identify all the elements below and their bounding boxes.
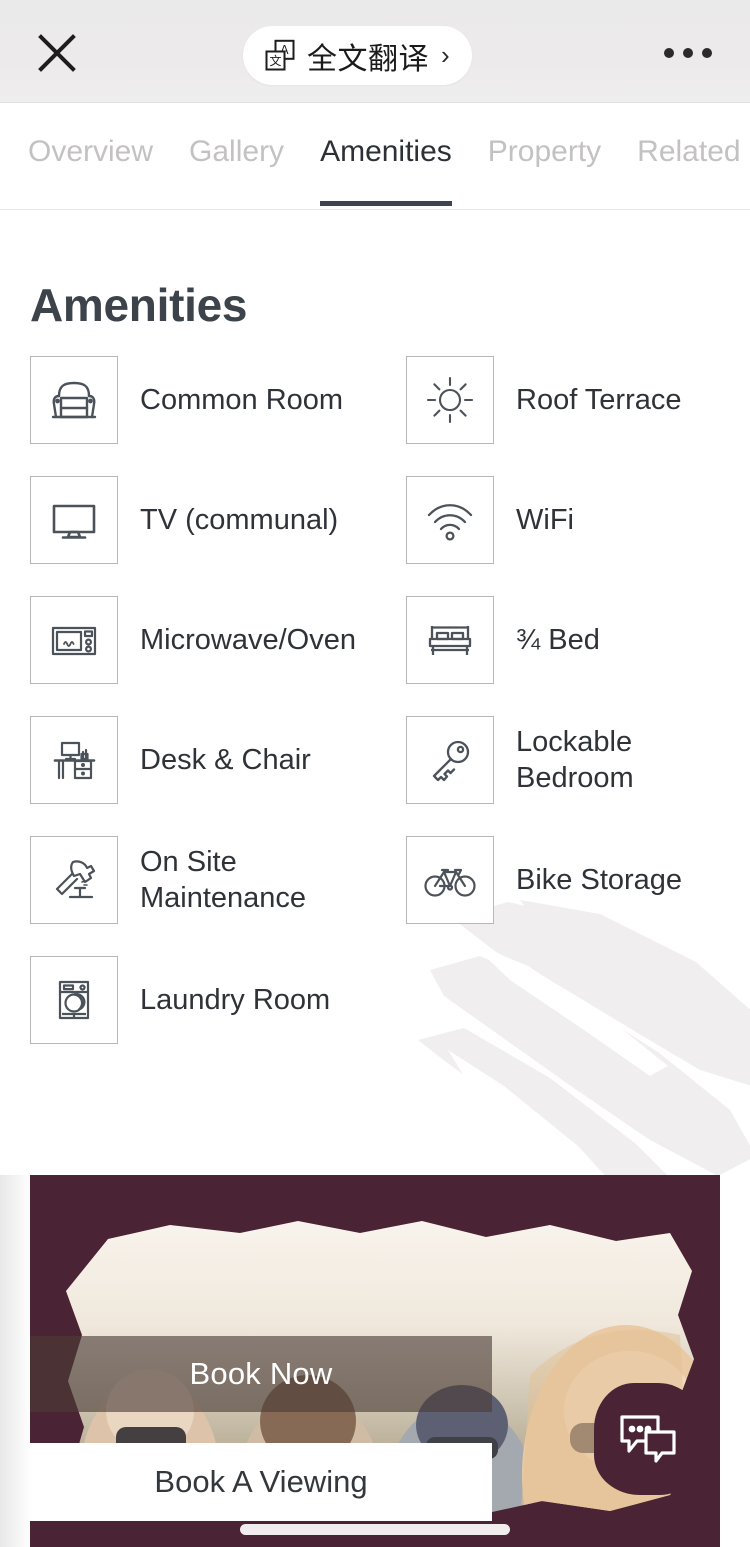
close-icon[interactable] bbox=[34, 30, 80, 76]
svg-text:文: 文 bbox=[269, 53, 281, 68]
tab-overview[interactable]: Overview bbox=[28, 103, 153, 167]
book-a-viewing-label: Book A Viewing bbox=[154, 1464, 368, 1499]
amenity-three-quarter-bed[interactable]: ¾ Bed bbox=[406, 596, 746, 684]
dot bbox=[664, 48, 674, 58]
more-dots-icon[interactable] bbox=[660, 36, 716, 70]
amenity-lockable-bedroom[interactable]: Lockable Bedroom bbox=[406, 716, 746, 804]
amenity-label: Lockable Bedroom bbox=[516, 725, 634, 794]
home-indicator bbox=[240, 1524, 510, 1535]
tab-property[interactable]: Property bbox=[488, 103, 601, 167]
armchair-icon bbox=[30, 356, 118, 444]
amenity-wifi[interactable]: WiFi bbox=[406, 476, 746, 564]
amenity-desk-chair[interactable]: Desk & Chair bbox=[30, 716, 400, 804]
amenities-column-right: Roof Terrace WiFi ¾ Bed Lockable Bedroom… bbox=[406, 356, 746, 956]
app-screen: A 文 全文翻译 › Overview Gallery Amenities Pr… bbox=[0, 0, 750, 1547]
amenity-common-room[interactable]: Common Room bbox=[30, 356, 400, 444]
page-title: Amenities bbox=[30, 279, 248, 331]
amenity-label: On Site Maintenance bbox=[140, 845, 307, 914]
amenity-laundry-room[interactable]: Laundry Room bbox=[30, 956, 400, 1044]
amenity-microwave-oven[interactable]: Microwave/Oven bbox=[30, 596, 400, 684]
bicycle-icon bbox=[406, 836, 494, 924]
amenity-roof-terrace[interactable]: Roof Terrace bbox=[406, 356, 746, 444]
hammer-icon bbox=[30, 836, 118, 924]
wifi-icon bbox=[406, 476, 494, 564]
amenity-label: Microwave/Oven bbox=[140, 623, 356, 656]
book-now-label: Book Now bbox=[189, 1356, 333, 1391]
amenity-bike-storage[interactable]: Bike Storage bbox=[406, 836, 746, 924]
dot bbox=[683, 48, 693, 58]
amenity-label: TV (communal) bbox=[140, 503, 339, 536]
television-icon bbox=[30, 476, 118, 564]
washing-machine-icon bbox=[30, 956, 118, 1044]
chevron-right-icon: › bbox=[441, 39, 450, 70]
amenity-label: Laundry Room bbox=[140, 983, 331, 1016]
chat-bubbles-icon[interactable] bbox=[594, 1383, 702, 1495]
amenity-label: Desk & Chair bbox=[140, 743, 311, 776]
bed-icon bbox=[406, 596, 494, 684]
microwave-icon bbox=[30, 596, 118, 684]
amenities-section: Amenities Common Room TV (communal) Micr… bbox=[0, 210, 750, 1175]
banner-left-shadow bbox=[0, 1175, 32, 1547]
translate-label: 全文翻译 bbox=[307, 41, 429, 77]
translate-page-button[interactable]: A 文 全文翻译 › bbox=[243, 26, 472, 85]
amenity-label: Bike Storage bbox=[516, 863, 683, 896]
book-now-button[interactable]: Book Now bbox=[30, 1336, 492, 1412]
sun-icon bbox=[406, 356, 494, 444]
browser-topbar: A 文 全文翻译 › bbox=[0, 0, 750, 103]
dot bbox=[702, 48, 712, 58]
promo-banner: Book Now Book A Viewing bbox=[30, 1175, 720, 1547]
desk-icon bbox=[30, 716, 118, 804]
amenity-label: WiFi bbox=[516, 503, 574, 536]
amenity-label: Roof Terrace bbox=[516, 383, 682, 416]
amenity-tv-communal[interactable]: TV (communal) bbox=[30, 476, 400, 564]
book-a-viewing-button[interactable]: Book A Viewing bbox=[30, 1443, 492, 1521]
tab-related[interactable]: Related bbox=[637, 103, 740, 167]
amenity-label: ¾ Bed bbox=[516, 623, 600, 656]
section-tabs[interactable]: Overview Gallery Amenities Property Rela… bbox=[0, 103, 750, 210]
translate-icon: A 文 bbox=[265, 39, 295, 70]
amenities-column-left: Common Room TV (communal) Microwave/Oven… bbox=[30, 356, 400, 1076]
amenity-label: Common Room bbox=[140, 383, 344, 416]
tab-gallery[interactable]: Gallery bbox=[189, 103, 284, 167]
tab-amenities[interactable]: Amenities bbox=[320, 103, 452, 206]
amenity-on-site-maintenance[interactable]: On Site Maintenance bbox=[30, 836, 400, 924]
key-icon bbox=[406, 716, 494, 804]
